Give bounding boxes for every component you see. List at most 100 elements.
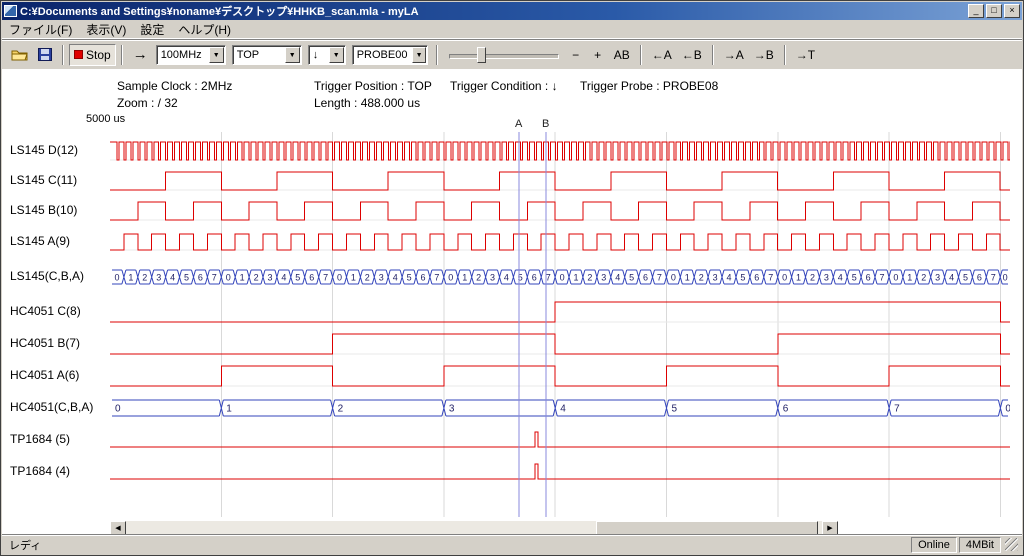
- status-ready-text: レディ: [6, 537, 909, 553]
- bus-value: 5: [629, 273, 634, 283]
- bus-value: 2: [587, 273, 592, 283]
- goto-a-right-button[interactable]: →A: [719, 44, 749, 66]
- app-window: C:¥Documents and Settings¥noname¥デスクトップ¥…: [0, 0, 1024, 556]
- run-arrow-icon: →: [133, 46, 148, 63]
- trigger-probe-select[interactable]: PROBE00 ▼: [352, 45, 428, 65]
- scrollbar-track[interactable]: [126, 521, 822, 534]
- waveform-LS145 B(10): [110, 202, 1010, 220]
- chevron-down-icon[interactable]: ▼: [209, 47, 224, 63]
- bus-value: 5: [852, 273, 857, 283]
- menu-help[interactable]: ヘルプ(H): [171, 19, 238, 40]
- bus-value: 4: [170, 273, 175, 283]
- resize-grip[interactable]: [1005, 538, 1018, 551]
- scroll-right-button[interactable]: ▶: [822, 521, 838, 534]
- bus-value: 0: [671, 273, 676, 283]
- menu-file[interactable]: ファイル(F): [2, 19, 79, 40]
- status-online-badge: Online: [911, 537, 957, 553]
- bus-value: 3: [267, 273, 272, 283]
- run-button[interactable]: →: [128, 44, 153, 66]
- save-button[interactable]: [33, 44, 57, 66]
- bus-value: 7: [657, 273, 662, 283]
- trigger-probe-value: PROBE00: [353, 49, 412, 61]
- toolbar-separator: [121, 45, 123, 65]
- chevron-down-icon[interactable]: ▼: [285, 47, 300, 63]
- bus-value: 0: [1005, 404, 1010, 415]
- bus-value: 7: [323, 273, 328, 283]
- goto-trigger-button[interactable]: →T: [791, 44, 820, 66]
- clock-select[interactable]: 100MHz ▼: [156, 45, 226, 65]
- bus-value: 1: [462, 273, 467, 283]
- bus-value: 6: [643, 273, 648, 283]
- trigger-edge-select[interactable]: ↓ ▼: [308, 45, 346, 65]
- bus-value: 3: [713, 273, 718, 283]
- bus-value: 2: [921, 273, 926, 283]
- close-button[interactable]: ×: [1004, 4, 1020, 18]
- goto-b-right-button[interactable]: →B: [749, 44, 779, 66]
- waveform-workspace: Sample Clock : 2MHz Trigger Position : T…: [2, 69, 1022, 534]
- bus-value: 7: [879, 273, 884, 283]
- window-title: C:¥Documents and Settings¥noname¥デスクトップ¥…: [20, 3, 968, 19]
- bus-value: 1: [351, 273, 356, 283]
- marker-label-A[interactable]: A: [515, 118, 522, 130]
- channel-label: TP1684 (5): [10, 432, 70, 446]
- bus-value: 1: [226, 404, 232, 415]
- bus-value: 2: [338, 404, 344, 415]
- zoom-slider-handle[interactable]: [477, 47, 486, 63]
- minimize-button[interactable]: _: [968, 4, 984, 18]
- bus-value: 0: [893, 273, 898, 283]
- trigger-condition-text: Trigger Condition : ↓: [450, 79, 558, 93]
- bus-value: 2: [810, 273, 815, 283]
- ab-button[interactable]: AB: [609, 44, 635, 66]
- bus-value: 1: [685, 273, 690, 283]
- bus-value: 6: [754, 273, 759, 283]
- scroll-left-button[interactable]: ◀: [110, 521, 126, 534]
- channel-label: HC4051 B(7): [10, 336, 80, 350]
- menu-view[interactable]: 表示(V): [79, 19, 133, 40]
- stop-button[interactable]: Stop: [69, 44, 116, 66]
- bus-value: 6: [420, 273, 425, 283]
- zoom-out-button[interactable]: −: [565, 44, 587, 66]
- bus-value: 7: [212, 273, 217, 283]
- bus-value: 0: [782, 273, 787, 283]
- toolbar-separator: [436, 45, 438, 65]
- goto-a-left-button[interactable]: ←A: [647, 44, 677, 66]
- bus-value: 2: [476, 273, 481, 283]
- title-bar[interactable]: C:¥Documents and Settings¥noname¥デスクトップ¥…: [2, 2, 1022, 20]
- scrollbar-thumb[interactable]: [596, 521, 818, 534]
- zoom-in-button[interactable]: +: [587, 44, 609, 66]
- bus-value: 3: [449, 404, 455, 415]
- menu-settings[interactable]: 設定: [133, 19, 171, 40]
- channel-label: LS145 A(9): [10, 234, 70, 248]
- bus-value: 2: [699, 273, 704, 283]
- bus-value: 3: [379, 273, 384, 283]
- bus-value: 3: [601, 273, 606, 283]
- waveform-plot[interactable]: 0123456701234567012345670123456701234567…: [110, 132, 1010, 517]
- trigger-position-select[interactable]: TOP ▼: [232, 45, 302, 65]
- bus-value: 3: [490, 273, 495, 283]
- bus-value: 1: [907, 273, 912, 283]
- open-button[interactable]: [6, 44, 33, 66]
- bus-value: 7: [434, 273, 439, 283]
- waveform-LS145 D(12): [110, 142, 1010, 160]
- bus-value: 1: [573, 273, 578, 283]
- zoom-slider[interactable]: [449, 45, 559, 65]
- bus-value: 1: [128, 273, 133, 283]
- horizontal-scrollbar[interactable]: ◀ ▶: [110, 521, 838, 534]
- bus-value: 6: [532, 273, 537, 283]
- chevron-down-icon[interactable]: ▼: [412, 47, 425, 63]
- bus-value: 0: [1003, 273, 1008, 283]
- bus-value: 0: [560, 273, 565, 283]
- maximize-button[interactable]: □: [986, 4, 1002, 18]
- goto-b-left-button[interactable]: ←B: [677, 44, 707, 66]
- waveform-LS145 A(9): [110, 234, 1010, 250]
- toolbar-separator: [640, 45, 642, 65]
- trigger-position-text: Trigger Position : TOP: [314, 79, 432, 93]
- bus-value: 4: [838, 273, 843, 283]
- bus-value: 5: [407, 273, 412, 283]
- chevron-down-icon[interactable]: ▼: [329, 47, 344, 63]
- marker-label-B[interactable]: B: [542, 118, 549, 130]
- open-folder-icon: [11, 48, 28, 61]
- channel-label: LS145(C,B,A): [10, 269, 84, 283]
- stop-icon: [74, 50, 83, 59]
- bus-value: 6: [783, 404, 789, 415]
